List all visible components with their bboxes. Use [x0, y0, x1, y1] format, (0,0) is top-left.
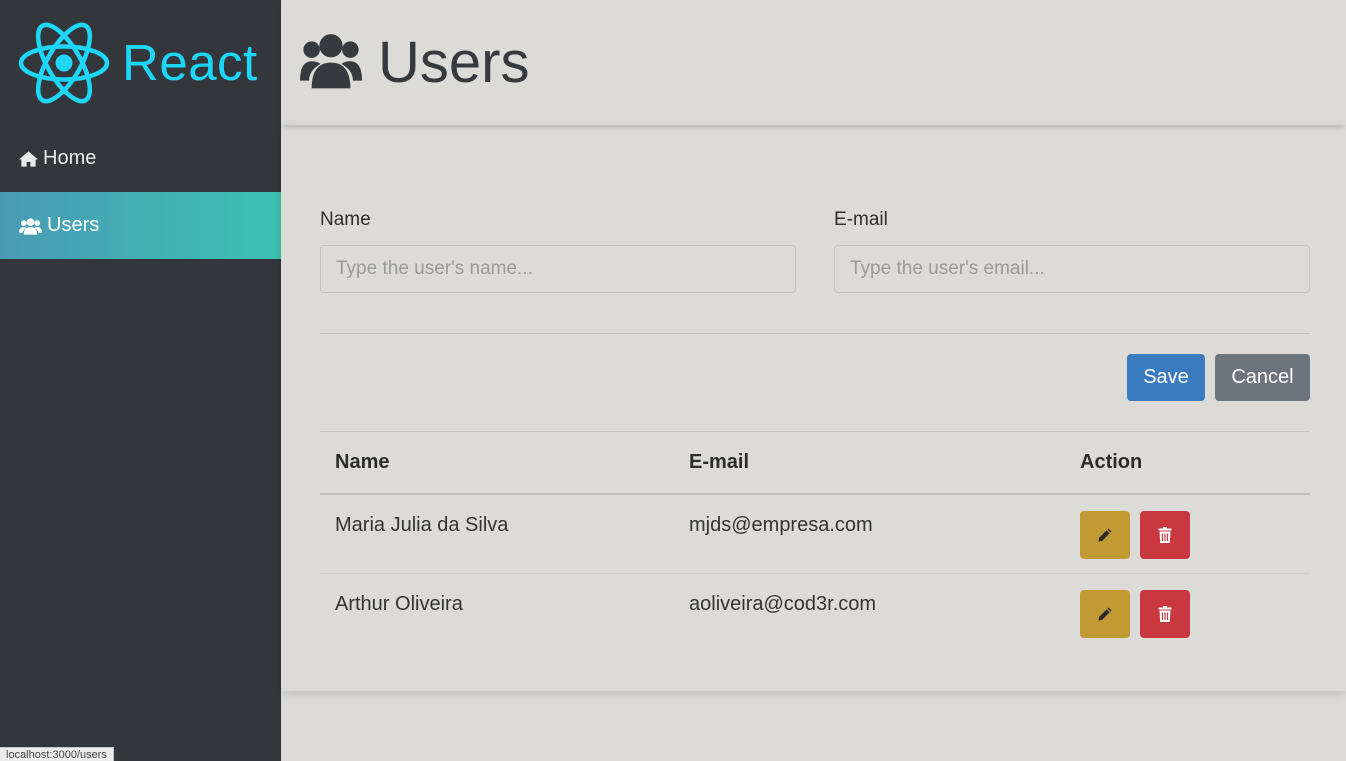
main-content: Name E-mail Save Cancel Name E-mail Acti…	[281, 125, 1346, 691]
user-form: Name E-mail	[320, 209, 1310, 293]
email-input[interactable]	[834, 245, 1310, 293]
react-logo-icon	[18, 22, 110, 103]
users-icon	[300, 31, 362, 94]
cell-actions	[1065, 573, 1310, 652]
users-table: Name E-mail Action Maria Julia da Silva …	[320, 431, 1310, 652]
sidebar-item-home[interactable]: Home	[0, 125, 281, 192]
cell-name: Arthur Oliveira	[335, 592, 463, 615]
trash-icon	[1158, 527, 1172, 543]
table-row: Maria Julia da Silva mjds@empresa.com	[320, 494, 1310, 574]
logo[interactable]: React	[0, 0, 281, 125]
users-icon	[19, 217, 42, 235]
pencil-icon	[1098, 528, 1112, 542]
sidebar-item-label: Users	[47, 214, 100, 236]
delete-button[interactable]	[1140, 511, 1190, 559]
sidebar-item-label: Home	[43, 147, 97, 169]
column-header-action: Action	[1065, 431, 1310, 495]
save-button[interactable]: Save	[1127, 354, 1205, 401]
cell-email: aoliveira@cod3r.com	[689, 592, 877, 615]
cell-name: Maria Julia da Silva	[320, 494, 674, 574]
logo-text: React	[122, 34, 258, 91]
trash-icon	[1158, 605, 1172, 622]
column-header-email: E-mail	[674, 431, 1065, 495]
email-label: E-mail	[834, 209, 888, 230]
table-header-row: Name E-mail Action	[320, 431, 1310, 495]
status-bar-url: localhost:3000/users	[0, 747, 114, 761]
name-form-group: Name	[320, 209, 796, 293]
sidebar: React Home Users localhost:3000/users	[0, 0, 281, 761]
delete-button[interactable]	[1140, 589, 1190, 638]
edit-button[interactable]	[1080, 589, 1130, 638]
cancel-button[interactable]: Cancel	[1215, 354, 1310, 401]
cell-actions	[1065, 494, 1310, 574]
page-title: Users	[378, 30, 530, 95]
table-row: Arthur Oliveira aoliveira@cod3r.com	[320, 573, 1310, 652]
home-icon	[19, 150, 38, 167]
column-header-name: Name	[320, 431, 674, 495]
pencil-icon	[1098, 607, 1112, 620]
edit-button[interactable]	[1080, 511, 1130, 559]
name-input[interactable]	[320, 245, 796, 293]
sidebar-item-users[interactable]: Users	[0, 192, 281, 259]
name-label: Name	[320, 209, 371, 230]
page-header: Users	[281, 0, 1346, 125]
cell-email: mjds@empresa.com	[674, 494, 1065, 574]
email-form-group: E-mail	[834, 209, 1310, 293]
divider	[320, 333, 1310, 334]
